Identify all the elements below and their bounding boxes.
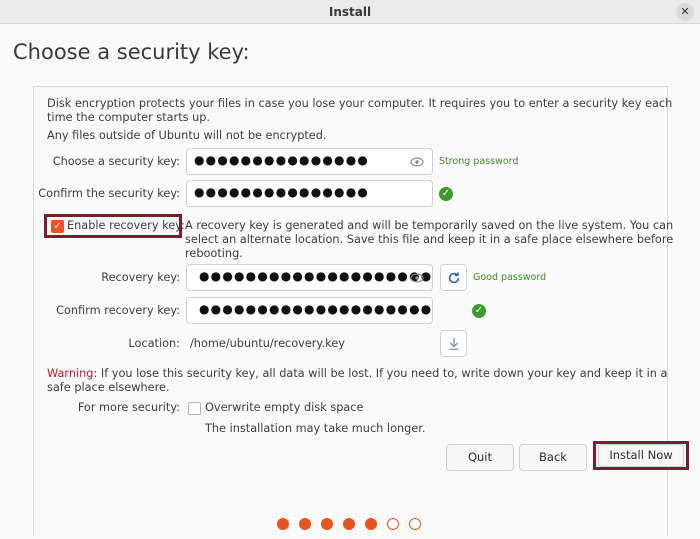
close-button[interactable]: ✕	[676, 3, 694, 21]
recovery-key-strength: Good password	[473, 272, 547, 283]
choose-location-button[interactable]	[440, 330, 467, 357]
confirm-recovery-input[interactable]: ●●●●●●●●●●●●●●●●●●●●	[186, 297, 433, 324]
recovery-key-input[interactable]: ●●●●●●●●●●●●●●●●●●●●	[186, 264, 433, 291]
download-icon	[449, 337, 458, 350]
warning-text: If you lose this security key, all data …	[97, 367, 668, 380]
progress-step-2	[299, 518, 311, 530]
enable-recovery-label[interactable]: Enable recovery key:	[67, 219, 185, 232]
progress-step-1	[277, 518, 289, 530]
warning-line-2: safe place elsewhere.	[47, 381, 170, 394]
confirm-key-input[interactable]: ●●●●●●●●●●●●●●●	[186, 180, 433, 207]
security-key-strength: Strong password	[439, 156, 519, 167]
window-titlebar: Install ✕	[0, 0, 700, 24]
confirm-recovery-label: Confirm recovery key:	[56, 304, 180, 317]
confirm-key-value: ●●●●●●●●●●●●●●●	[194, 185, 370, 199]
overwrite-disk-label[interactable]: Overwrite empty disk space	[205, 401, 363, 414]
back-button[interactable]: Back	[519, 444, 587, 471]
enable-recovery-checkbox[interactable]: ✓	[51, 220, 64, 233]
show-recovery-key-icon[interactable]	[410, 271, 424, 285]
window-title: Install	[328, 5, 372, 19]
warning-line-1: Warning: If you lose this security key, …	[47, 367, 667, 380]
show-password-icon[interactable]	[410, 155, 424, 169]
recovery-key-label: Recovery key:	[101, 271, 180, 284]
security-key-input[interactable]: ●●●●●●●●●●●●●●●	[186, 148, 433, 175]
close-icon: ✕	[680, 5, 690, 18]
installation-note: The installation may take much longer.	[205, 422, 426, 435]
progress-step-4	[343, 518, 355, 530]
page-title: Choose a security key:	[13, 40, 250, 64]
confirm-key-label: Confirm the security key:	[38, 187, 180, 200]
location-value: /home/ubuntu/recovery.key	[190, 337, 345, 350]
security-key-value: ●●●●●●●●●●●●●●●	[194, 153, 370, 167]
confirm-recovery-check-icon: ✓	[472, 304, 486, 318]
regenerate-key-button[interactable]	[440, 264, 467, 291]
warning-label: Warning:	[47, 367, 98, 380]
progress-step-7	[409, 518, 421, 530]
refresh-icon	[448, 272, 459, 284]
recovery-desc-line-3: rebooting.	[185, 247, 243, 260]
recovery-key-value: ●●●●●●●●●●●●●●●●●●●●	[199, 269, 433, 283]
confirm-key-check-icon: ✓	[439, 187, 453, 201]
quit-button[interactable]: Quit	[446, 444, 514, 471]
more-security-label: For more security:	[77, 401, 180, 414]
intro-line-1: Disk encryption protects your files in c…	[47, 97, 673, 110]
recovery-desc-line-1: A recovery key is generated and will be …	[185, 219, 674, 232]
recovery-desc-line-2: select an alternate location. Save this …	[185, 233, 674, 246]
confirm-recovery-value: ●●●●●●●●●●●●●●●●●●●●	[199, 302, 433, 316]
intro-line-2: time the computer starts up.	[47, 111, 211, 124]
progress-step-6	[387, 518, 399, 530]
install-now-button[interactable]: Install Now	[598, 444, 684, 467]
security-key-label: Choose a security key:	[52, 155, 180, 168]
progress-step-5	[365, 518, 377, 530]
progress-step-3	[321, 518, 333, 530]
overwrite-disk-checkbox[interactable]	[188, 402, 201, 415]
location-label: Location:	[128, 337, 180, 350]
intro-line-3: Any files outside of Ubuntu will not be …	[47, 129, 327, 142]
